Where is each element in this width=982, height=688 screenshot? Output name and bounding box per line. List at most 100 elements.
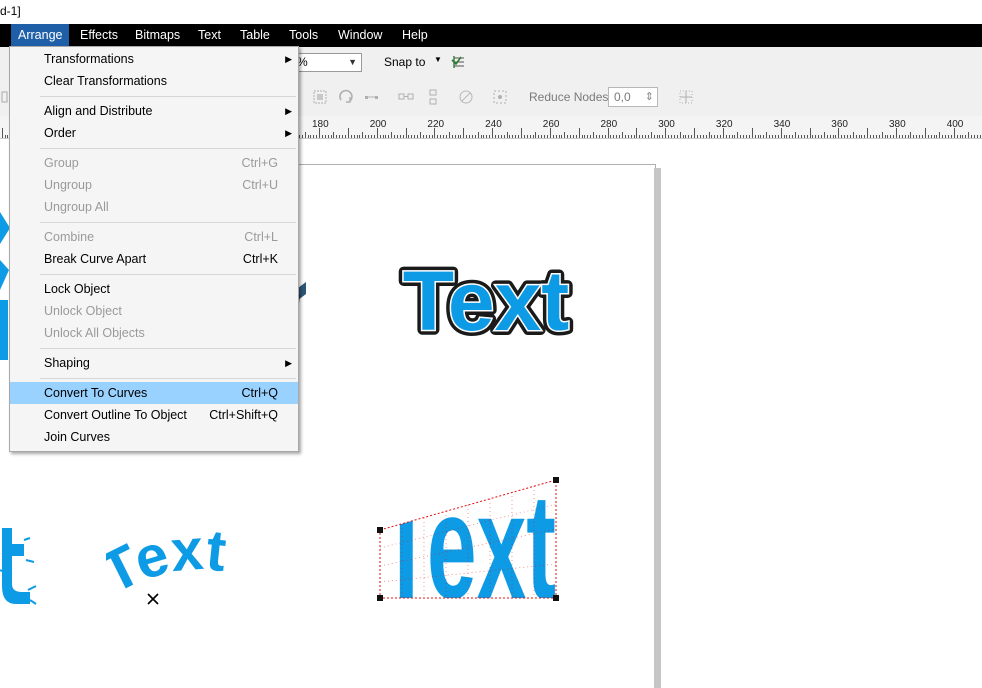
- ruler-tick: [893, 135, 895, 138]
- menu-text[interactable]: Text: [191, 24, 228, 47]
- menu-item-break-curve-apart[interactable]: Break Curve Apart Ctrl+K: [10, 248, 298, 270]
- spin-arrows-icon[interactable]: ⇕: [645, 88, 654, 106]
- ruler-tick: [904, 135, 906, 138]
- menu-bitmaps[interactable]: Bitmaps: [128, 24, 187, 47]
- ruler-tick: [627, 135, 629, 138]
- select-all-nodes-icon[interactable]: [491, 88, 509, 106]
- zoom-level-combo[interactable]: % ▼: [292, 53, 362, 72]
- menu-item-lock-object[interactable]: Lock Object: [10, 278, 298, 300]
- menu-item-shaping[interactable]: Shaping ▶: [10, 352, 298, 374]
- menu-item-unlock-all-objects[interactable]: Unlock All Objects: [10, 322, 298, 344]
- ruler-tick: [394, 135, 395, 138]
- ruler-tick: [800, 135, 802, 138]
- envelope-handle[interactable]: [553, 595, 559, 601]
- ruler-tick: [405, 128, 407, 138]
- ruler-tick: [590, 135, 592, 138]
- ruler-tick: [795, 132, 796, 138]
- ruler-label: 220: [427, 119, 445, 130]
- node-grid-icon[interactable]: [677, 88, 695, 106]
- ruler-tick: [835, 135, 837, 138]
- ruler-tick: [979, 135, 981, 138]
- ruler-tick: [486, 135, 488, 138]
- align-nodes-icon[interactable]: [397, 88, 415, 106]
- menu-separator: [40, 274, 296, 275]
- ruler-tick: [714, 135, 716, 138]
- envelope-handle[interactable]: [377, 527, 383, 533]
- snap-to-button[interactable]: Snap to: [384, 55, 425, 69]
- ruler-tick: [870, 135, 871, 138]
- ruler-tick: [402, 135, 404, 138]
- ruler-tick: [878, 135, 880, 138]
- ruler-tick: [682, 135, 684, 138]
- elastic-mode-icon[interactable]: [457, 88, 475, 106]
- menu-item-order[interactable]: Order ▶: [10, 122, 298, 144]
- menu-help[interactable]: Help: [395, 24, 435, 47]
- menu-item-convert-outline-to-object[interactable]: Convert Outline To Object Ctrl+Shift+Q: [10, 404, 298, 426]
- menu-item-align-distribute[interactable]: Align and Distribute ▶: [10, 100, 298, 122]
- ruler-tick: [673, 135, 675, 138]
- ruler-tick: [417, 135, 419, 138]
- menu-table[interactable]: Table: [233, 24, 277, 47]
- ruler-tick: [968, 132, 970, 138]
- menu-item-unlock-object[interactable]: Unlock Object: [10, 300, 298, 322]
- ruler-tick: [806, 135, 808, 138]
- arched-text-artwork[interactable]: Text: [106, 528, 296, 608]
- ruler-tick: [477, 132, 479, 138]
- ruler-tick: [581, 135, 583, 138]
- reduce-nodes-input[interactable]: 0,0 ⇕: [608, 87, 658, 107]
- ruler-tick: [630, 135, 632, 138]
- ruler-label: 360: [831, 119, 848, 130]
- ruler-tick: [541, 135, 543, 138]
- ruler-tick: [976, 135, 978, 138]
- ruler-tick: [858, 135, 860, 138]
- ruler-tick: [604, 135, 606, 138]
- envelope-text-artwork[interactable]: Text: [374, 474, 564, 604]
- ruler-tick: [321, 135, 323, 138]
- extend-curve-icon[interactable]: [363, 88, 381, 106]
- menu-item-ungroup-all[interactable]: Ungroup All: [10, 196, 298, 218]
- ruler-tick: [847, 135, 848, 138]
- ruler-tick: [313, 135, 315, 138]
- menu-item-combine[interactable]: Combine Ctrl+L: [10, 226, 298, 248]
- ruler-tick: [428, 135, 430, 138]
- menu-item-ungroup[interactable]: Ungroup Ctrl+U: [10, 174, 298, 196]
- ruler-tick: [570, 135, 571, 138]
- ruler-tick: [515, 135, 517, 138]
- ruler-tick: [359, 135, 361, 138]
- ruler-tick: [480, 135, 482, 138]
- ruler-tick: [373, 135, 375, 138]
- menu-arrange[interactable]: Arrange: [11, 24, 70, 47]
- snap-to-dropdown-icon[interactable]: ▼: [434, 55, 442, 64]
- menu-item-join-curves[interactable]: Join Curves: [10, 426, 298, 448]
- ruler-tick: [898, 135, 900, 138]
- ruler-tick: [852, 132, 854, 138]
- outlined-text-artwork[interactable]: Text Text: [386, 252, 588, 344]
- menu-item-convert-to-curves[interactable]: Convert To Curves Ctrl+Q: [10, 382, 298, 404]
- ruler-tick: [624, 135, 626, 138]
- ruler-tick: [466, 135, 468, 138]
- menu-window[interactable]: Window: [331, 24, 389, 47]
- envelope-handle[interactable]: [377, 595, 383, 601]
- ruler-tick: [503, 135, 505, 138]
- ruler-tick: [676, 135, 678, 138]
- reflect-nodes-icon[interactable]: [424, 88, 442, 106]
- ruler-tick: [823, 132, 825, 138]
- extract-subpath-icon[interactable]: [311, 88, 329, 106]
- menu-item-group[interactable]: Group Ctrl+G: [10, 152, 298, 174]
- envelope-handle[interactable]: [553, 477, 559, 483]
- ruler-tick: [717, 135, 719, 138]
- snap-options-icon[interactable]: [451, 54, 467, 70]
- ruler-tick: [650, 132, 652, 138]
- ruler-tick: [694, 128, 695, 138]
- reverse-direction-icon[interactable]: [337, 88, 355, 106]
- menu-tools[interactable]: Tools: [282, 24, 325, 47]
- ruler-tick: [420, 132, 421, 138]
- ruler-tick: [647, 135, 649, 138]
- ruler-tick: [445, 135, 447, 138]
- ruler-tick: [659, 135, 661, 138]
- menu-effects[interactable]: Effects: [73, 24, 125, 47]
- ruler-tick: [575, 135, 577, 138]
- menu-item-transformations[interactable]: Transformations ▶: [10, 48, 298, 70]
- ruler-label: 200: [369, 119, 387, 130]
- menu-item-clear-transformations[interactable]: Clear Transformations: [10, 70, 298, 92]
